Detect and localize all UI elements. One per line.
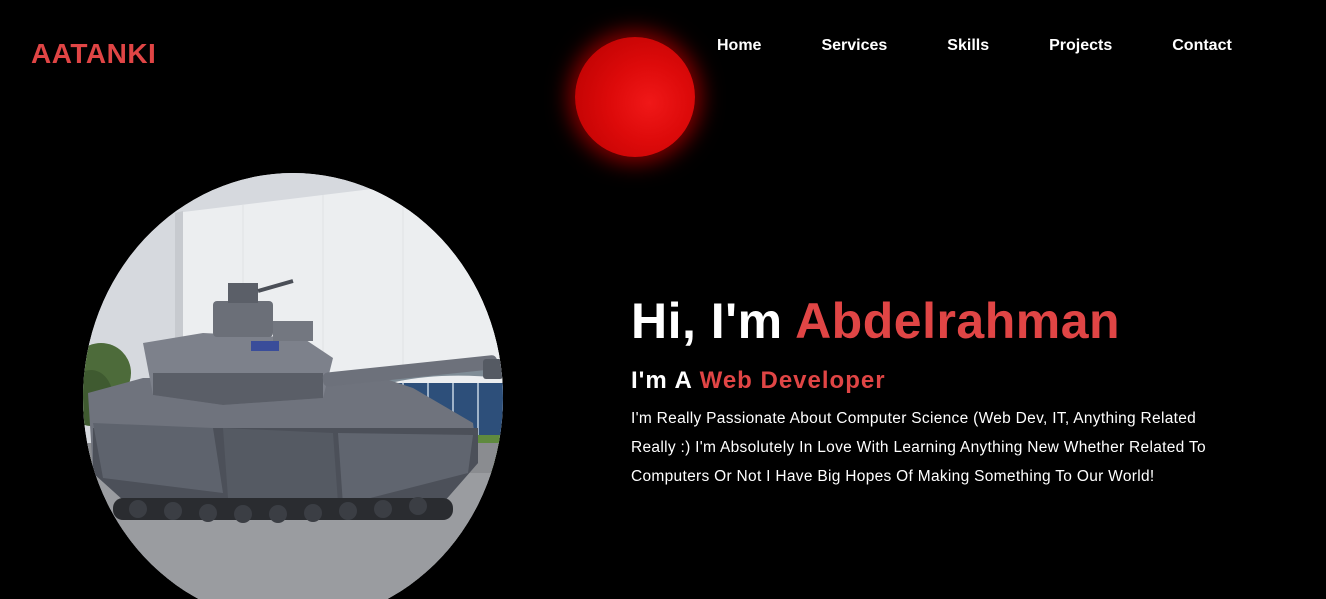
hero-bio: I'm Really Passionate About Computer Sci…	[631, 410, 1206, 485]
main-nav: Home Services Skills Projects Contact	[717, 37, 1232, 55]
hero-role-prefix: I'm A	[631, 367, 700, 394]
hero-section: Hi, I'm Abdelrahman I'm A Web Developer …	[631, 290, 1251, 491]
red-orb-decoration	[575, 37, 695, 157]
hero-title: Hi, I'm Abdelrahman	[631, 290, 1251, 352]
logo[interactable]: AATANKI	[31, 38, 156, 70]
nav-skills[interactable]: Skills	[947, 37, 989, 55]
profile-photo	[83, 173, 503, 599]
nav-projects[interactable]: Projects	[1049, 37, 1112, 55]
hero-name: Abdelrahman	[795, 293, 1121, 349]
hero-greeting: Hi, I'm	[631, 293, 796, 349]
nav-home[interactable]: Home	[717, 37, 761, 55]
nav-contact[interactable]: Contact	[1172, 37, 1232, 55]
hero-role: Web Developer	[699, 367, 886, 394]
page: AATANKI Home Services Skills Projects Co…	[0, 0, 1326, 599]
nav-services[interactable]: Services	[821, 37, 887, 55]
hero-subtitle: I'm A Web Developer	[631, 366, 1251, 396]
